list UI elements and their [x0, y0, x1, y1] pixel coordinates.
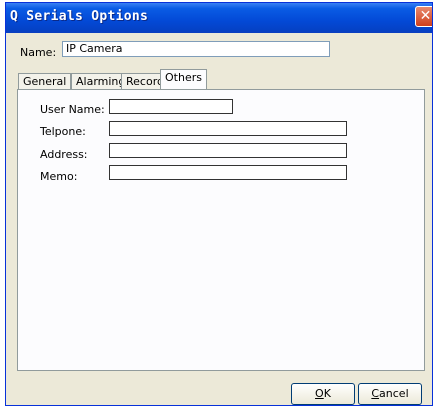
- cancel-button[interactable]: Cancel: [358, 383, 422, 405]
- ok-label-rest: K: [323, 387, 331, 400]
- name-label: Name:: [20, 46, 57, 59]
- telephone-input[interactable]: [109, 121, 347, 136]
- name-input[interactable]: IP Camera: [62, 41, 330, 57]
- cancel-label-rest: ancel: [379, 387, 409, 400]
- memo-label: Memo:: [40, 170, 78, 183]
- tab-others[interactable]: Others: [160, 69, 207, 90]
- address-label: Address:: [40, 148, 88, 161]
- title-bar[interactable]: Q Serials Options ✕: [6, 3, 432, 33]
- others-tab-panel: User Name: Telpone: Address: Memo:: [17, 89, 425, 371]
- user-name-label: User Name:: [40, 103, 105, 116]
- close-icon[interactable]: ✕: [415, 6, 432, 27]
- user-name-input[interactable]: [109, 99, 233, 114]
- window-title: Q Serials Options: [10, 9, 149, 24]
- address-input[interactable]: [109, 143, 347, 158]
- telephone-label: Telpone:: [40, 125, 86, 138]
- memo-input[interactable]: [109, 165, 347, 180]
- serials-options-dialog: Q Serials Options ✕ Name: IP Camera Gene…: [5, 2, 433, 406]
- cancel-mnemonic: C: [371, 387, 380, 400]
- ok-button[interactable]: OK: [291, 383, 355, 405]
- tab-general[interactable]: General: [18, 73, 72, 90]
- ok-mnemonic: O: [315, 387, 324, 400]
